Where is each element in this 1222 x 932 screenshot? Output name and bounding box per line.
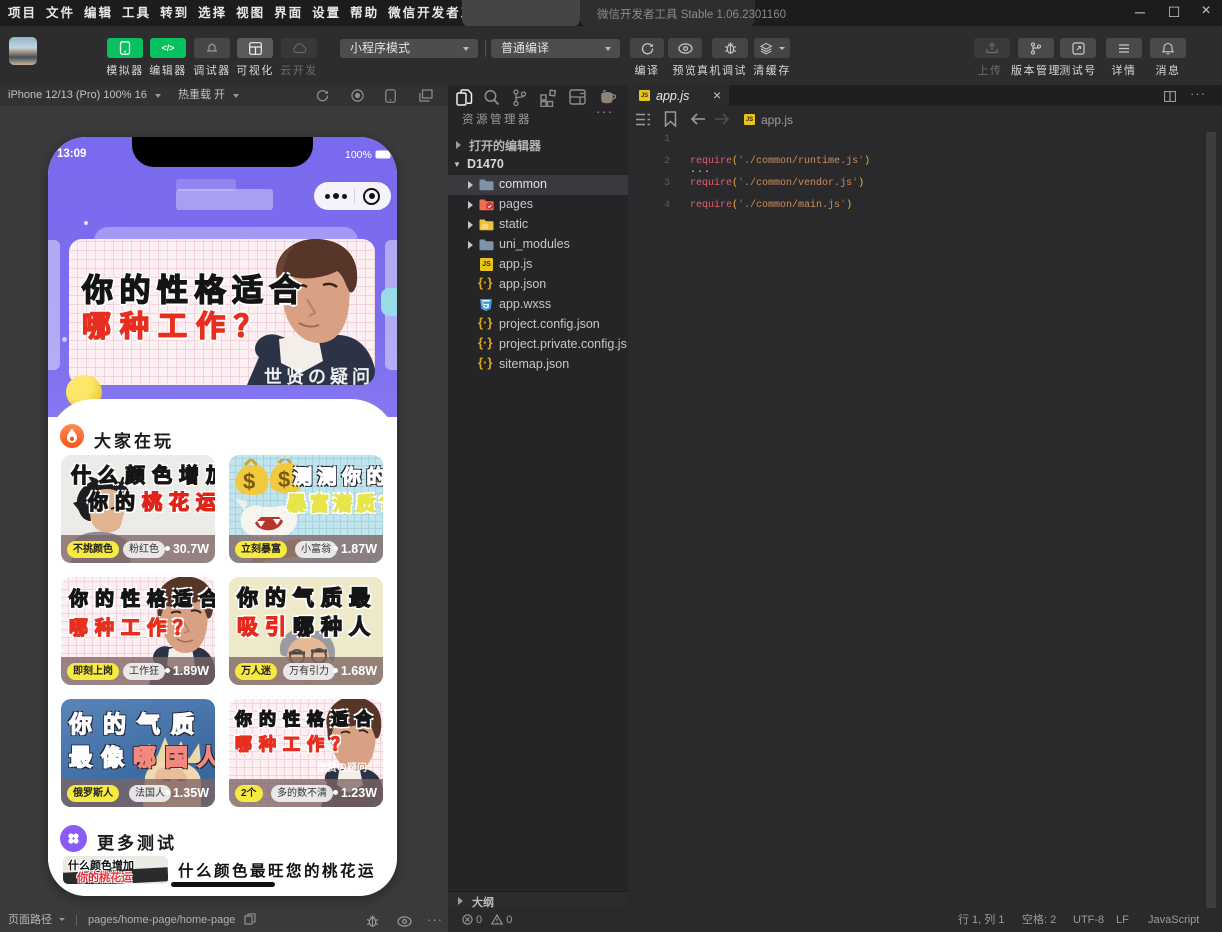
svg-text:$: $ [243,469,255,494]
